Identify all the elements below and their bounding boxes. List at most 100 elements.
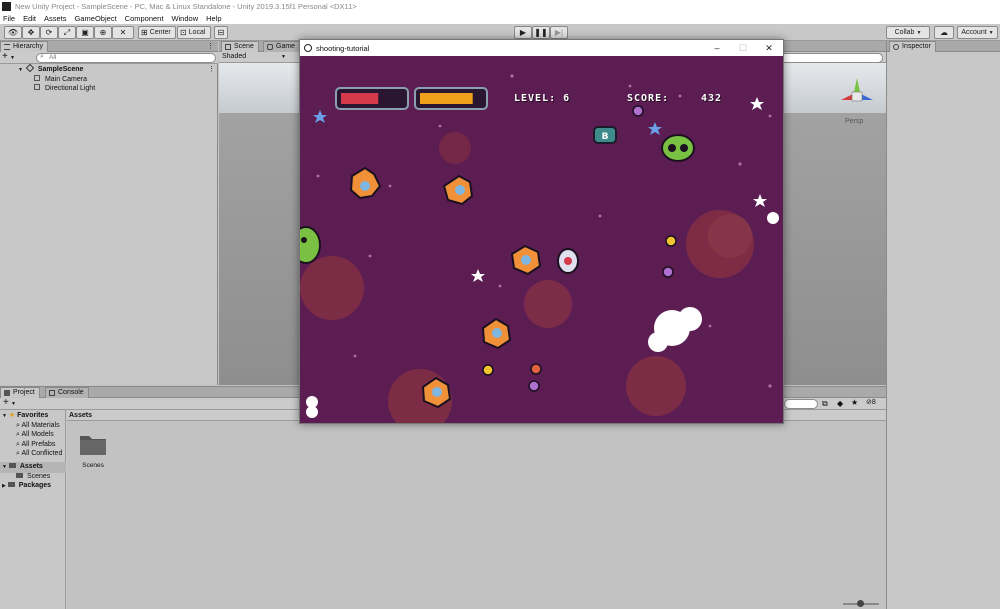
pause-button[interactable]: ❚❚ bbox=[532, 26, 550, 39]
projection-label[interactable]: Persp bbox=[845, 118, 863, 125]
hidden-packages-icon[interactable]: ⊘8 bbox=[866, 398, 876, 406]
snap-icon: ⊟ bbox=[217, 28, 225, 37]
hierarchy-search-input[interactable]: All bbox=[36, 53, 216, 63]
star-icon[interactable]: ★ bbox=[851, 398, 858, 407]
panel-menu-icon[interactable]: ⋮ bbox=[207, 42, 214, 50]
step-button[interactable]: ▶| bbox=[550, 26, 568, 39]
draw-mode-dropdown[interactable]: Shaded ▼ bbox=[220, 52, 290, 62]
gameobject-row-directional-light[interactable]: Directional Light bbox=[34, 84, 95, 94]
expand-arrow-icon[interactable]: ▶ bbox=[2, 483, 6, 489]
menu-window[interactable]: Window bbox=[171, 14, 198, 23]
menu-bar: File Edit Assets GameObject Component Wi… bbox=[0, 13, 1000, 24]
search-icon: ⌕ bbox=[16, 450, 20, 457]
favorite-item[interactable]: ⌕ All Materials bbox=[16, 421, 60, 431]
menu-assets[interactable]: Assets bbox=[44, 14, 67, 23]
collab-button[interactable]: Collab ▼ bbox=[886, 26, 930, 39]
inspector-tab-strip: Inspector bbox=[887, 41, 1000, 52]
folder-tile-label[interactable]: Scenes bbox=[79, 462, 107, 469]
account-label: Account bbox=[961, 29, 987, 36]
favorite-label: All Materials bbox=[21, 421, 60, 429]
filter-label-icon[interactable]: ◆ bbox=[837, 399, 843, 408]
favorite-label: All Prefabs bbox=[21, 440, 56, 448]
menu-edit[interactable]: Edit bbox=[23, 14, 36, 23]
hierarchy-list-icon bbox=[4, 44, 10, 50]
account-button[interactable]: Account ▼ bbox=[957, 26, 998, 39]
menu-component[interactable]: Component bbox=[125, 14, 164, 23]
create-asset-button[interactable]: + bbox=[3, 397, 9, 408]
bomb-powerup-icon: B bbox=[593, 126, 617, 144]
pivot-space-button[interactable]: ⊡ Local bbox=[177, 26, 211, 39]
close-button[interactable]: ✕ bbox=[756, 40, 782, 56]
menu-gameobject[interactable]: GameObject bbox=[75, 14, 117, 23]
play-button[interactable]: ▶ bbox=[514, 26, 532, 39]
scene-tab-label: Scene bbox=[234, 43, 254, 50]
level-label: LEVEL: 6 bbox=[514, 93, 571, 104]
game-tab-label: Game bbox=[276, 43, 296, 50]
move-arrows-icon: ✥ bbox=[27, 28, 35, 37]
folder-tab-icon bbox=[4, 390, 10, 396]
expand-arrow-icon[interactable]: ▼ bbox=[18, 67, 23, 73]
folder-icon[interactable] bbox=[79, 432, 107, 456]
scale-icon: ⤢ bbox=[63, 27, 71, 37]
inspector-tab-label: Inspector bbox=[902, 43, 931, 50]
favorite-item[interactable]: ⌕ All Prefabs bbox=[16, 440, 55, 450]
project-search-input[interactable] bbox=[784, 399, 818, 409]
scene-search-input[interactable] bbox=[779, 53, 883, 63]
cloud-icon: ☁ bbox=[940, 28, 948, 37]
grid-snap-button[interactable]: ⊟ bbox=[214, 26, 228, 39]
menu-file[interactable]: File bbox=[3, 14, 15, 23]
folder-label: Scenes bbox=[26, 472, 51, 480]
chevron-down-icon: ▼ bbox=[916, 29, 922, 36]
move-tool-button[interactable]: ✥ bbox=[22, 26, 40, 39]
favorite-item[interactable]: ⌕ All Conflicted bbox=[16, 449, 62, 459]
game-scene-art: B bbox=[300, 74, 779, 423]
unity-scene-icon bbox=[25, 63, 35, 73]
view-tool-button[interactable]: 👁 bbox=[4, 26, 22, 39]
tab-inspector[interactable]: Inspector bbox=[889, 41, 936, 52]
chevron-down-icon: ▼ bbox=[281, 54, 286, 60]
player-ship-icon bbox=[557, 248, 579, 274]
health-bar bbox=[335, 87, 409, 110]
eye-icon: 👁 bbox=[7, 28, 19, 37]
icon-size-slider-handle[interactable] bbox=[857, 600, 864, 607]
create-button[interactable]: + bbox=[2, 51, 8, 62]
expand-arrow-icon[interactable]: ▼ bbox=[2, 413, 7, 419]
enemy-ship-icon bbox=[349, 166, 542, 409]
minimize-button[interactable]: – bbox=[704, 40, 730, 56]
assets-root-label: Assets bbox=[19, 463, 43, 470]
custom-tool-button[interactable]: ✕ bbox=[112, 26, 134, 39]
gameobject-cube-icon bbox=[34, 84, 40, 90]
favorite-label: All Models bbox=[21, 431, 54, 438]
tab-console[interactable]: Console bbox=[45, 387, 89, 398]
scene-gizmo-icon[interactable] bbox=[835, 74, 879, 114]
scale-tool-button[interactable]: ⤢ bbox=[58, 26, 76, 39]
project-tab-label: Project bbox=[13, 389, 35, 396]
green-alien-icon bbox=[300, 226, 321, 264]
menu-help[interactable]: Help bbox=[206, 14, 221, 23]
breadcrumb-assets[interactable]: Assets bbox=[69, 412, 92, 419]
favorites-label: Favorites bbox=[17, 412, 49, 419]
folder-row-scenes[interactable]: Scenes bbox=[16, 472, 50, 482]
rotate-tool-button[interactable]: ⟳ bbox=[40, 26, 58, 39]
unity-app-icon bbox=[304, 44, 312, 52]
wrench-icon: ✕ bbox=[119, 28, 127, 37]
game-viewport[interactable]: B LEVEL: 6 SCORE: 432 bbox=[300, 56, 783, 423]
pivot-mode-button[interactable]: ⊞ Center bbox=[138, 26, 176, 39]
chevron-down-icon: ▼ bbox=[11, 401, 16, 407]
expand-arrow-icon[interactable]: ▼ bbox=[2, 464, 7, 470]
gameobject-row-main-camera[interactable]: Main Camera bbox=[34, 74, 87, 85]
maximize-button[interactable]: ☐ bbox=[730, 40, 756, 56]
rect-tool-button[interactable]: ▣ bbox=[76, 26, 94, 39]
favorite-item[interactable]: ⌕ All Models bbox=[16, 430, 54, 440]
filter-type-icon[interactable]: ⧉ bbox=[822, 399, 828, 409]
search-icon: ⌕ bbox=[16, 431, 20, 438]
play-icon: ▶ bbox=[519, 28, 527, 37]
packages-row[interactable]: ▶ Packages bbox=[2, 481, 51, 492]
transform-tool-button[interactable]: ⊕ bbox=[94, 26, 112, 39]
scene-menu-icon[interactable]: ⋮ bbox=[208, 65, 215, 75]
energy-bar bbox=[414, 87, 488, 110]
cloud-button[interactable]: ☁ bbox=[934, 26, 954, 39]
tab-scene[interactable]: Scene bbox=[221, 41, 259, 52]
tab-game[interactable]: Game bbox=[263, 41, 301, 52]
hierarchy-tab-label: Hierarchy bbox=[13, 43, 43, 50]
